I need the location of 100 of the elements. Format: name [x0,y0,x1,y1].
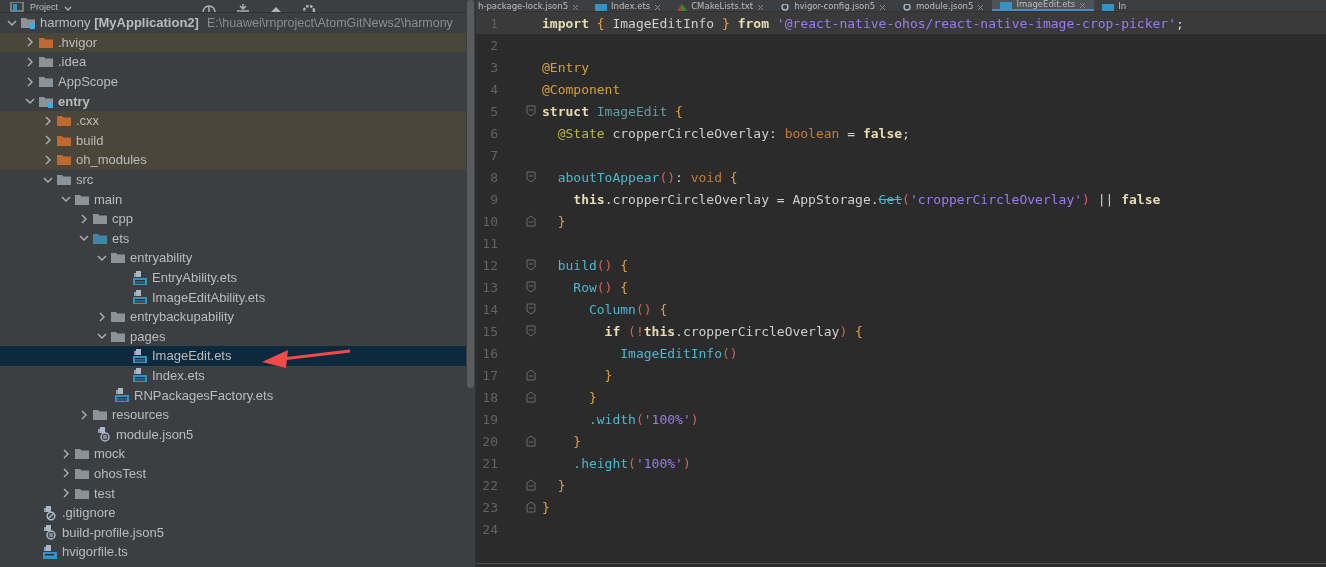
editor-tab[interactable]: Index.ets [587,0,670,11]
line-number: 12 [481,257,498,273]
close-icon [757,5,765,11]
line-number: 10 [481,213,498,229]
fold-start-icon[interactable] [526,325,536,337]
code-line: Row() { [572,279,629,295]
tree-item-label[interactable]: oh_modules [76,152,147,168]
fold-start-icon[interactable] [526,281,536,293]
fold-end-icon[interactable] [526,215,536,227]
code-line: @Entry [541,59,589,75]
project-path: E:\huawei\rnproject\AtomGitNews2\harmony [206,15,453,30]
line-number: 19 [481,411,498,427]
tree-item-label[interactable]: main [94,191,123,207]
editor-tab[interactable]: module.json5 [894,0,993,11]
code-line: Column() { [587,301,668,317]
tree-item-label[interactable]: src [76,172,94,188]
expand-all-icon [236,4,250,12]
tree-item-label[interactable]: module.json5 [116,426,194,442]
tree-item-label[interactable]: ets [112,230,130,246]
line-number: 16 [481,345,498,361]
line-number: 5 [489,103,498,119]
tree-item-label[interactable]: Index.ets [152,368,205,383]
editor-tab[interactable]: hvigor-config.json5 [772,0,895,11]
line-number: 24 [481,521,498,537]
fold-end-icon[interactable] [526,479,536,491]
code-line: import { ImageEditInfo } from '@react-native-ohos/react-native-image-crop-picker'; [541,15,1184,31]
line-number: 20 [481,433,498,449]
tree-item-label[interactable]: ImageEditAbility.ets [152,289,266,305]
code-line: } [587,389,597,405]
locate-icon [202,4,216,12]
scrollbar-thumb[interactable] [467,0,474,388]
editor-tab[interactable]: h-package-lock.json5 [476,0,588,11]
line-number: 22 [481,477,498,493]
fold-end-icon[interactable] [526,501,536,513]
json-file-icon [42,524,58,541]
line-number: 4 [489,81,498,97]
ts-file-icon [42,543,58,560]
folder-icon [74,446,90,462]
close-icon [977,5,985,11]
line-number: 17 [481,367,498,383]
fold-start-icon[interactable] [526,259,536,271]
tree-item-label[interactable]: entryability [130,250,193,266]
tree-item-label[interactable]: resources [112,407,170,423]
code-line: @State cropperCircleOverlay: boolean = false; [556,125,910,141]
code-line: aboutToAppear(): void { [556,169,738,185]
editor-tab[interactable]: In [1094,0,1135,11]
tree-item-label[interactable]: entrybackupability [130,309,235,325]
line-number: 23 [481,499,498,515]
tree-item-label[interactable]: hvigorfile.ts [62,544,128,560]
tree-item-label[interactable]: mock [94,446,126,462]
code-line: } [556,213,566,229]
module-folder-icon [20,15,36,31]
code-line: if (!this.cropperCircleOverlay) { [603,323,863,339]
tree-item-label[interactable]: .gitignore [62,505,116,521]
code-line: struct ImageEdit { [541,103,683,119]
code-line: this.cropperCircleOverlay = AppStorage.Get('cropperCircleOverlay') || false [572,191,1161,207]
code-line: build() { [556,257,629,273]
tree-item-label[interactable]: build [76,132,104,148]
fold-start-icon[interactable] [526,105,536,117]
close-icon [1079,3,1087,9]
folder-icon [110,309,126,325]
tree-item-label[interactable]: cpp [112,211,133,227]
line-number: 6 [489,125,498,141]
ets-file-icon [132,347,148,364]
project-view-icon [10,2,24,12]
folder-icon [110,250,126,266]
code-line: ImageEditInfo() [619,345,738,361]
close-icon [654,5,662,11]
fold-start-icon[interactable] [526,303,536,315]
folder-icon [92,407,108,423]
tree-item-label[interactable]: ohosTest [94,465,147,481]
fold-end-icon[interactable] [526,435,536,447]
fold-end-icon[interactable] [526,391,536,403]
collapse-all-icon [270,6,282,12]
line-number: 7 [489,147,498,163]
fold-end-icon[interactable] [526,369,536,381]
tree-item-label[interactable]: entry [58,93,90,109]
tree-item-label[interactable]: harmony [MyApplication2] [40,15,199,31]
code-line: .width('100%') [587,411,699,427]
line-number: 9 [489,191,498,207]
tree-item-label[interactable]: ImageEdit.ets [152,348,232,364]
cmake-file-icon [677,4,688,11]
panel-title: Project [30,2,58,12]
tree-item-label[interactable]: test [94,485,115,501]
tree-item-label[interactable]: EntryAbility.ets [152,270,237,285]
tree-item-label[interactable]: pages [130,328,166,344]
tree-item-label[interactable]: AppScope [58,74,118,90]
editor-tab[interactable]: CMakeLists.txt [669,0,773,11]
line-number: 14 [481,301,498,317]
code-line: @Component [541,81,621,97]
ets-file-icon [1000,2,1013,9]
tree-item-label[interactable]: .hvigor [58,34,98,50]
code-line: } [603,367,613,383]
tree-item-label[interactable]: .idea [58,54,87,70]
fold-start-icon[interactable] [526,171,536,183]
tree-item-label[interactable]: .cxx [76,113,100,129]
tree-item-label[interactable]: build-profile.json5 [62,524,164,540]
json-file-icon [96,426,112,443]
tree-item-label[interactable]: RNPackagesFactory.ets [134,387,274,403]
line-number: 21 [481,455,498,471]
